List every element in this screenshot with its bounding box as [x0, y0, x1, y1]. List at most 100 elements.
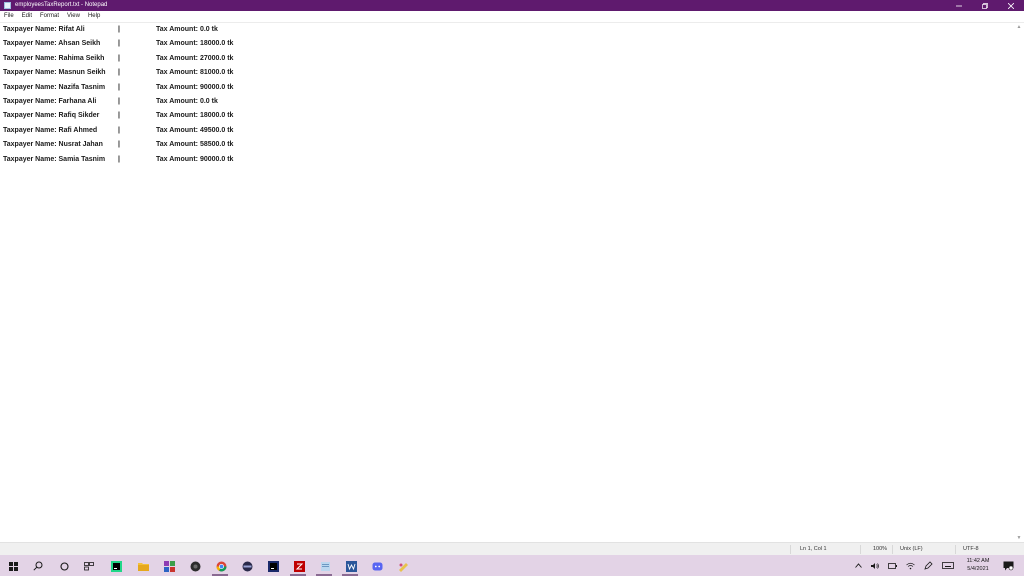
window-title: employeesTaxReport.txt - Notepad [15, 2, 108, 8]
window-controls [946, 0, 1024, 11]
keyboard-icon [942, 562, 954, 569]
status-bar: Ln 1, Col 1 100% Unix (LF) UTF-8 [0, 542, 1024, 555]
notifications-button[interactable] [1002, 560, 1014, 572]
task-view-button[interactable] [82, 559, 96, 573]
text-line: Taxpayer Name: Rahima Seikh | Tax Amount… [3, 52, 233, 66]
close-button[interactable] [998, 0, 1024, 11]
close-icon [1008, 2, 1014, 9]
text-line: Taxpayer Name: Rafi Ahmed | Tax Amount: … [3, 124, 233, 138]
notepad-button[interactable] [318, 559, 332, 573]
tray-expand-button[interactable] [854, 561, 863, 570]
notepad-icon [320, 561, 330, 571]
keyboard-button[interactable] [942, 561, 954, 570]
menu-edit[interactable]: Edit [22, 11, 32, 22]
scroll-down-icon[interactable]: ▼ [1016, 535, 1022, 541]
status-divider [955, 545, 956, 554]
zoom-level: 100% [873, 546, 888, 552]
tax-amount: Tax Amount: 0.0 tk [156, 98, 218, 105]
taxpayer-name: Taxpayer Name: Rafiq Sikder [3, 112, 100, 120]
paint-button[interactable] [396, 559, 410, 573]
taxpayer-name: Taxpayer Name: Masnun Seikh [3, 69, 106, 77]
clock-time: 11:42 AM [966, 558, 990, 564]
separator: | [118, 112, 120, 120]
taskbar: 11:42 AM 5/4/2021 [0, 555, 1024, 576]
volume-button[interactable] [871, 561, 880, 570]
chrome-icon [216, 561, 226, 571]
encoding: UTF-8 [963, 546, 979, 552]
network-button[interactable] [906, 561, 915, 570]
tax-amount: Tax Amount: 49500.0 tk [156, 126, 234, 134]
intellij-button[interactable] [266, 559, 280, 573]
taxpayer-name: Taxpayer Name: Nusrat Jahan [3, 141, 103, 149]
tax-amount: Tax Amount: 81000.0 tk [156, 69, 234, 77]
obs-button[interactable] [188, 559, 202, 573]
winrar-button[interactable] [162, 559, 176, 573]
pycharm-icon [110, 560, 122, 572]
menu-view[interactable]: View [67, 11, 80, 22]
search-button[interactable] [31, 559, 45, 573]
separator: | [118, 54, 120, 62]
separator: | [118, 69, 120, 77]
discord-icon [372, 562, 382, 570]
text-line: Taxpayer Name: Ahsan Seikh | Tax Amount:… [3, 37, 233, 51]
menu-file[interactable]: File [4, 11, 14, 22]
status-divider [790, 545, 791, 554]
battery-icon [888, 562, 897, 569]
text-line: Taxpayer Name: Nusrat Jahan | Tax Amount… [3, 138, 233, 152]
title-bar[interactable]: employeesTaxReport.txt - Notepad [0, 0, 1024, 11]
separator: | [118, 126, 120, 134]
winrar-icon [163, 560, 175, 572]
menu-bar: File Edit Format View Help [0, 11, 1024, 22]
pen-icon [924, 561, 933, 570]
file-explorer-button[interactable] [136, 559, 150, 573]
chrome-button[interactable] [214, 559, 228, 573]
pen-button[interactable] [924, 561, 933, 570]
intellij-icon [267, 560, 279, 572]
battery-button[interactable] [888, 561, 897, 570]
restore-icon [982, 2, 988, 9]
word-icon [345, 560, 357, 572]
file-explorer-icon [137, 563, 149, 571]
menu-format[interactable]: Format [40, 11, 59, 22]
filezilla-button[interactable] [292, 559, 306, 573]
taxpayer-name: Taxpayer Name: Rifat Ali [3, 26, 85, 33]
minimize-button[interactable] [946, 0, 972, 11]
media-player-button[interactable] [240, 559, 254, 573]
system-clock[interactable]: 11:42 AM 5/4/2021 [960, 557, 996, 573]
word-button[interactable] [344, 559, 358, 573]
text-line: Taxpayer Name: Samia Tasnim | Tax Amount… [3, 153, 233, 167]
start-button[interactable] [6, 559, 20, 573]
text-line: Taxpayer Name: Rifat Ali | Tax Amount: 0… [3, 23, 218, 37]
text-line: Taxpayer Name: Rafiq Sikder | Tax Amount… [3, 109, 233, 123]
start-icon [8, 561, 18, 571]
taxpayer-name: Taxpayer Name: Farhana Ali [3, 98, 97, 105]
cortana-icon [59, 561, 69, 571]
taxpayer-name: Taxpayer Name: Nazifa Tasnim [3, 83, 106, 91]
text-editor[interactable]: Taxpayer Name: Rifat Ali | Tax Amount: 0… [0, 23, 1014, 542]
obs-icon [190, 561, 200, 571]
pycharm-button[interactable] [109, 559, 123, 573]
minimize-icon [956, 5, 962, 6]
separator: | [118, 141, 120, 149]
tax-amount: Tax Amount: 58500.0 tk [156, 141, 234, 149]
menu-help[interactable]: Help [88, 11, 100, 22]
discord-button[interactable] [370, 559, 384, 573]
taxpayer-name: Taxpayer Name: Ahsan Seikh [3, 40, 101, 48]
text-line: Taxpayer Name: Farhana Ali | Tax Amount:… [3, 95, 218, 109]
taxpayer-name: Taxpayer Name: Rahima Seikh [3, 54, 105, 62]
status-divider [860, 545, 861, 554]
volume-icon [871, 562, 879, 569]
scroll-up-icon[interactable]: ▲ [1016, 24, 1022, 30]
vertical-scrollbar[interactable]: ▲ ▼ [1014, 23, 1024, 542]
notification-icon [1003, 561, 1013, 571]
taxpayer-name: Taxpayer Name: Rafi Ahmed [3, 126, 98, 134]
separator: | [118, 26, 120, 33]
cortana-button[interactable] [57, 559, 71, 573]
separator: | [118, 155, 120, 163]
tax-amount: Tax Amount: 90000.0 tk [156, 155, 234, 163]
tax-amount: Tax Amount: 90000.0 tk [156, 83, 234, 91]
restore-button[interactable] [972, 0, 998, 11]
tax-amount: Tax Amount: 0.0 tk [156, 26, 218, 33]
line-ending: Unix (LF) [900, 546, 923, 552]
chevron-up-icon [855, 563, 862, 568]
